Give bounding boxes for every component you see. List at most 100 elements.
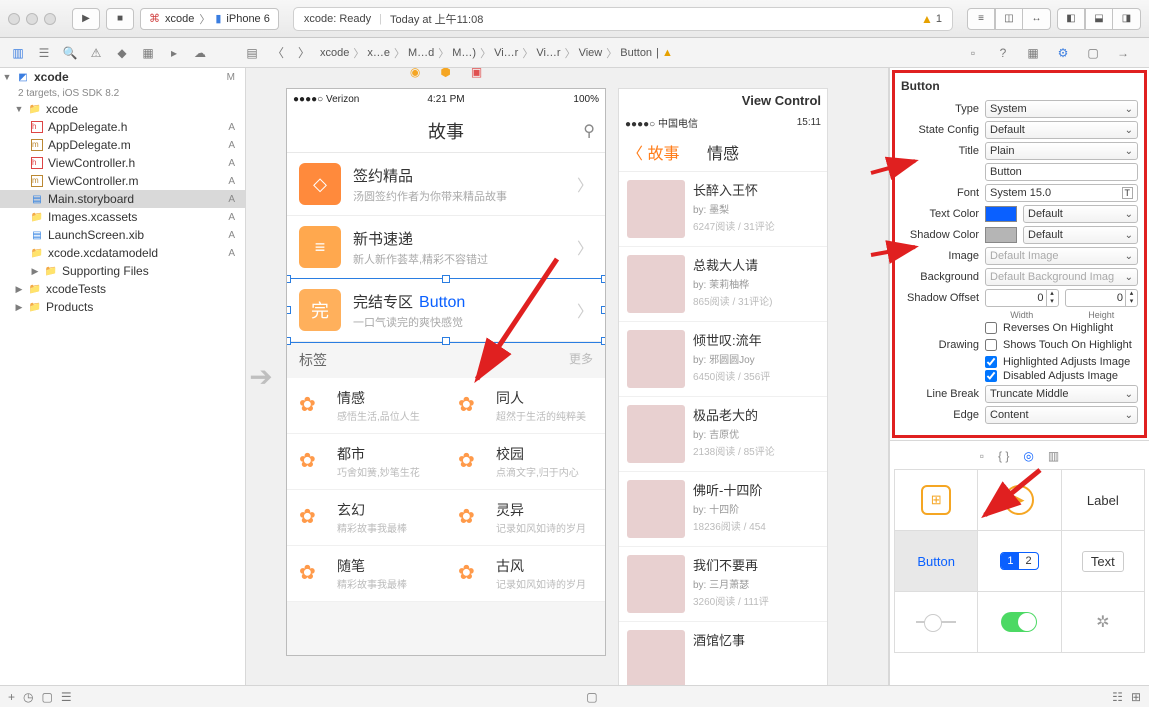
file-inspector-icon[interactable]: ▫ [963,44,983,62]
size-inspector-icon[interactable]: ▢ [1083,44,1103,62]
back-button[interactable]: 〈 [268,44,288,62]
stop-button[interactable]: ■ [106,8,134,30]
canvas-zoom-icon[interactable]: ▢ [586,690,597,704]
test-nav-icon[interactable]: ◆ [112,44,132,62]
toggle-navigator-button[interactable]: ◧ [1057,8,1085,30]
identity-inspector-icon[interactable]: ▦ [1023,44,1043,62]
breadcrumb-item[interactable]: 〉Button [606,45,652,61]
breadcrumb-item[interactable]: 〉M…d [394,45,434,61]
list-item[interactable]: 总裁大人请by: 茉莉柚桦865阅读 / 31评论) [619,247,827,322]
list-item[interactable]: 倾世叹:流年by: 邪圆圆Joy6450阅读 / 356评 [619,322,827,397]
section-row[interactable]: ≡新书速递新人新作荟萃,精彩不容错过〉 [287,216,605,279]
lib-item-slider[interactable] [895,592,977,652]
list-item[interactable]: 我们不要再by: 三月萧瑟3260阅读 / 111评 [619,547,827,622]
title-mode-dropdown[interactable]: Plain [985,142,1138,160]
symbol-nav-icon[interactable]: ☰ [34,44,54,62]
nav-folder[interactable]: ▶📁Products [0,298,245,316]
back-button-2[interactable]: 〈 故事 [627,140,679,164]
scheme-selector[interactable]: ⌘ xcode 〉 ▮ iPhone 6 [140,8,279,30]
image-dropdown[interactable]: Default Image [985,247,1138,265]
lib-item-switch[interactable] [978,592,1060,652]
tag-cell[interactable]: ✿校园点滴文字,归于内心 [446,434,605,490]
nav-folder[interactable]: ▶📁Supporting Files [0,262,245,280]
run-button[interactable]: ▶ [72,8,100,30]
media-tab-icon[interactable]: ▥ [1048,449,1059,463]
find-nav-icon[interactable]: 🔍 [60,44,80,62]
tag-cell[interactable]: ✿玄幻精彩故事我最棒 [287,490,446,546]
nav-group[interactable]: ▼📁 xcode [0,100,245,118]
interface-builder-canvas[interactable]: ➔ ◉⬢▣ ●●●●○ Verizon 4:21 PM 100% 故事 ⚲ ◇签… [246,68,889,685]
breadcrumb-item[interactable]: 〉M…) [438,45,476,61]
section-row[interactable]: 完完结专区Button一口气读完的爽快感觉〉 [287,279,605,342]
breadcrumb-item[interactable]: 〉x…e [353,45,390,61]
toggle-utilities-button[interactable]: ◨ [1113,8,1141,30]
close-window[interactable] [8,13,20,25]
assistant-editor-button[interactable]: ◫ [995,8,1023,30]
lib-item-view-controller[interactable]: ⊞ [895,470,977,530]
lib-item-label[interactable]: Label [1062,470,1144,530]
reverses-checkbox[interactable]: Reverses On Highlight [901,322,1138,334]
object-tab-icon[interactable]: ◎ [1023,449,1033,463]
filter-scm-icon[interactable]: ▢ [42,690,53,704]
lib-item-textfield[interactable]: Text [1062,531,1144,591]
breadcrumb-item[interactable]: 〉Vi…r [480,45,518,61]
font-field[interactable]: System 15.0T [985,184,1138,202]
nav-file[interactable]: ▤LaunchScreen.xibA [0,226,245,244]
nav-file[interactable]: 📁Images.xcassetsA [0,208,245,226]
title-text-field[interactable]: Button [985,163,1138,181]
toggle-debug-button[interactable]: ⬓ [1085,8,1113,30]
breadcrumb-item[interactable]: xcode [320,47,349,59]
jump-bar[interactable]: xcode〉x…e〉M…d〉M…)〉Vi…r〉Vi…r〉View〉Button … [320,45,949,61]
report-nav-icon[interactable]: ☁ [190,44,210,62]
section-row[interactable]: ◇签约精品汤圆签约作者为你带来精品故事〉 [287,153,605,216]
warning-indicator[interactable]: ▲1 [921,12,942,26]
project-nav-icon[interactable]: ▥ [8,44,28,62]
debug-nav-icon[interactable]: ▦ [138,44,158,62]
nav-file[interactable]: hViewController.hA [0,154,245,172]
breadcrumb-item[interactable]: 〉View [565,45,603,61]
nav-file[interactable]: hAppDelegate.hA [0,118,245,136]
tag-cell[interactable]: ✿古风记录如风如诗的岁月 [446,546,605,602]
list-item[interactable]: 酒馆忆事 [619,622,827,685]
storyboard-scene-1[interactable]: ◉⬢▣ ●●●●○ Verizon 4:21 PM 100% 故事 ⚲ ◇签约精… [286,88,606,656]
nav-root[interactable]: ▼◩ xcode M [0,68,245,86]
nav-file[interactable]: ▤Main.storyboardA [0,190,245,208]
nav-folder[interactable]: ▶📁xcodeTests [0,280,245,298]
nav-file[interactable]: 📁xcode.xcdatamodeldA [0,244,245,262]
lib-grid-view-icon[interactable]: ⊞ [1131,690,1141,704]
highlighted-adjusts-checkbox[interactable]: Highlighted Adjusts Image [901,356,1138,368]
tag-cell[interactable]: ✿随笔精彩故事我最棒 [287,546,446,602]
lib-item-button[interactable]: Button [895,531,977,591]
ui-button[interactable]: Button [419,294,465,311]
nav-file[interactable]: mViewController.mA [0,172,245,190]
offset-width-field[interactable]: 0▴▾ [985,289,1059,307]
edge-dropdown[interactable]: Content [985,406,1138,424]
issue-nav-icon[interactable]: ⚠ [86,44,106,62]
tag-cell[interactable]: ✿灵异记录如风如诗的岁月 [446,490,605,546]
list-item[interactable]: 佛听-十四阶by: 十四阶18236阅读 / 454 [619,472,827,547]
version-editor-button[interactable]: ↔ [1023,8,1051,30]
shows-touch-checkbox[interactable]: Shows Touch On Highlight [985,339,1138,351]
filter-recent-icon[interactable]: ◷ [23,690,33,704]
help-inspector-icon[interactable]: ? [993,44,1013,62]
state-config-dropdown[interactable]: Default [985,121,1138,139]
type-dropdown[interactable]: System [985,100,1138,118]
search-icon[interactable]: ⚲ [583,121,595,141]
storyboard-scene-2[interactable]: View Control ●●●●○ 中国电信15:11 〈 故事 情感 长醉入… [618,88,828,685]
standard-editor-button[interactable]: ≡ [967,8,995,30]
lib-item-activity[interactable]: ✲ [1062,592,1144,652]
breakpoint-nav-icon[interactable]: ▸ [164,44,184,62]
line-break-dropdown[interactable]: Truncate Middle [985,385,1138,403]
zoom-window[interactable] [44,13,56,25]
list-item[interactable]: 长醉入王怀by: 墨梨6247阅读 / 31评论 [619,172,827,247]
tag-cell[interactable]: ✿都市巧舍如簧,妙笔生花 [287,434,446,490]
lib-item-segmented[interactable]: 12 [978,531,1060,591]
list-item[interactable]: 极品老大的by: 吉原优2138阅读 / 85评论 [619,397,827,472]
outline-toggle-icon[interactable]: ▤ [242,44,262,62]
lib-list-view-icon[interactable]: ☷ [1112,690,1123,704]
tag-cell[interactable]: ✿同人超然于生活的纯粹美 [446,378,605,434]
offset-height-field[interactable]: 0▴▾ [1065,289,1139,307]
background-dropdown[interactable]: Default Background Imag [985,268,1138,286]
filter-source-icon[interactable]: ☰ [61,690,72,704]
lib-item-nav-controller[interactable]: ▶ [978,470,1060,530]
